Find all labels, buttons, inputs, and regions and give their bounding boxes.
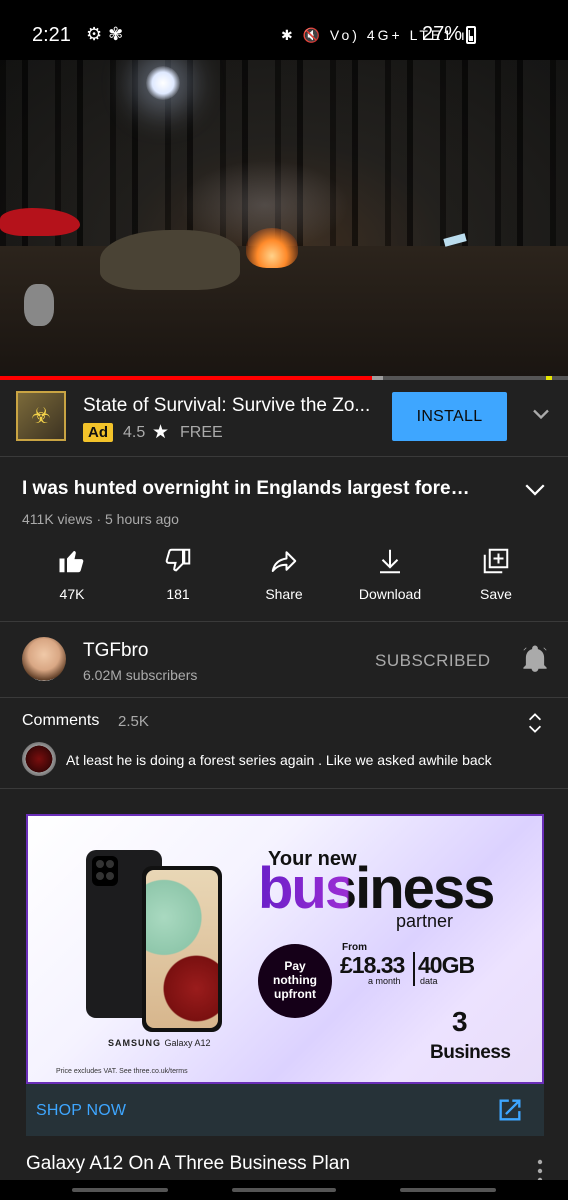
share-icon bbox=[271, 551, 297, 572]
ad-rating: 4.5 bbox=[123, 424, 146, 441]
thumbs-up-icon bbox=[59, 551, 84, 573]
like-count: 47K bbox=[59, 586, 85, 602]
shop-now-bar[interactable]: SHOP NOW bbox=[26, 1084, 544, 1136]
action-bar: 47K 181 Share Download Save bbox=[0, 540, 568, 620]
status-time: 2:21 bbox=[32, 24, 71, 46]
expand-collapse-icon[interactable] bbox=[522, 710, 548, 736]
ad-title[interactable]: State of Survival: Survive the Zo... bbox=[83, 395, 378, 417]
chevron-down-icon[interactable] bbox=[527, 400, 555, 428]
subscribed-button[interactable]: SUBSCRIBED bbox=[375, 651, 491, 671]
expand-description-icon[interactable] bbox=[520, 474, 550, 504]
divider bbox=[0, 456, 568, 457]
ad-price: FREE bbox=[180, 424, 223, 441]
share-label: Share bbox=[265, 586, 303, 602]
dislike-count: 181 bbox=[166, 586, 190, 602]
shop-now-link[interactable]: SHOP NOW bbox=[36, 1102, 126, 1120]
video-meta: 411K views · 5 hours ago bbox=[22, 511, 179, 527]
price-separator bbox=[413, 952, 415, 986]
fan-icon: ✾ bbox=[108, 24, 130, 44]
video-boot bbox=[24, 284, 54, 326]
comments-heading: Comments bbox=[22, 712, 100, 729]
battery-icon bbox=[466, 26, 476, 44]
per-month: a month bbox=[368, 976, 401, 986]
settings-cog-icon: ⚙ bbox=[86, 24, 109, 44]
save-to-playlist-icon bbox=[483, 548, 509, 574]
share-button[interactable]: Share bbox=[234, 540, 334, 620]
video-campfire bbox=[246, 228, 298, 268]
promoted-app-ad[interactable]: ☣ State of Survival: Survive the Zo... A… bbox=[0, 380, 568, 456]
install-button[interactable]: INSTALL bbox=[392, 392, 507, 441]
ad-headline-business: business bbox=[258, 856, 495, 921]
ad-badge: Ad bbox=[83, 423, 113, 442]
pay-line: nothing bbox=[273, 973, 317, 988]
pay-nothing-badge: Pay nothing upfront bbox=[258, 944, 332, 1018]
video-light-source bbox=[146, 66, 180, 100]
video-person bbox=[100, 230, 240, 290]
notification-icons: ⚙✾ bbox=[86, 24, 129, 45]
data-amount: 40GB bbox=[418, 952, 475, 978]
banner-ad[interactable]: SAMSUNG Galaxy A12 Price excludes VAT. S… bbox=[26, 814, 544, 1084]
comments-section[interactable]: Comments 2.5K At least he is doing a for… bbox=[0, 698, 568, 788]
phone-screen bbox=[146, 870, 218, 1028]
dislike-button[interactable]: 181 bbox=[128, 540, 228, 620]
three-logo: 3 bbox=[452, 1006, 468, 1037]
nav-home-indicator[interactable] bbox=[232, 1188, 336, 1192]
download-label: Download bbox=[358, 586, 422, 602]
like-button[interactable]: 47K bbox=[22, 540, 122, 620]
pay-line: upfront bbox=[274, 986, 316, 1001]
video-title[interactable]: I was hunted overnight in Englands large… bbox=[22, 478, 472, 500]
video-player[interactable] bbox=[0, 60, 568, 376]
channel-row[interactable]: TGFbro 6.02M subscribers SUBSCRIBED bbox=[0, 622, 568, 696]
battery-percentage: 27% bbox=[421, 23, 462, 45]
monthly-price: £18.33 bbox=[340, 952, 405, 978]
notification-bell-icon[interactable] bbox=[520, 644, 550, 674]
save-label: Save bbox=[480, 586, 512, 602]
comments-count: 2.5K bbox=[118, 713, 149, 730]
thumbs-down-icon bbox=[165, 548, 191, 572]
channel-name[interactable]: TGFbro bbox=[83, 640, 148, 662]
ad-video-title[interactable]: Galaxy A12 On A Three Business Plan bbox=[26, 1153, 350, 1175]
phone-brand: SAMSUNG bbox=[108, 1038, 162, 1048]
fine-print: Price excludes VAT. See three.co.uk/term… bbox=[56, 1068, 188, 1075]
nav-back-indicator[interactable] bbox=[72, 1188, 168, 1192]
brand-name: Business bbox=[430, 1042, 511, 1063]
system-navigation-bar bbox=[0, 1180, 568, 1200]
open-external-icon[interactable] bbox=[496, 1096, 524, 1124]
ad-headline-partner: partner bbox=[396, 911, 454, 931]
phone-camera bbox=[92, 856, 118, 886]
top-comment-text[interactable]: At least he is doing a forest series aga… bbox=[66, 752, 546, 768]
app-thumbnail[interactable]: ☣ bbox=[16, 391, 66, 441]
channel-avatar[interactable] bbox=[22, 637, 66, 681]
phone-brand-label: SAMSUNG Galaxy A12 bbox=[108, 1038, 211, 1048]
save-button[interactable]: Save bbox=[446, 540, 546, 620]
status-bar: 2:21 ⚙✾ ✱ 🔇 Vo) 4G+ LTE1 ıll 27% bbox=[0, 0, 568, 60]
nav-recents-indicator[interactable] bbox=[400, 1188, 496, 1192]
star-icon: ★ bbox=[152, 422, 170, 443]
subscriber-count: 6.02M subscribers bbox=[83, 667, 198, 683]
download-icon bbox=[380, 549, 400, 574]
data-word: data bbox=[420, 976, 438, 986]
phone-model: Galaxy A12 bbox=[164, 1038, 211, 1048]
download-button[interactable]: Download bbox=[340, 540, 440, 620]
commenter-avatar bbox=[22, 742, 56, 776]
pay-line: Pay bbox=[284, 959, 306, 974]
divider bbox=[0, 788, 568, 789]
